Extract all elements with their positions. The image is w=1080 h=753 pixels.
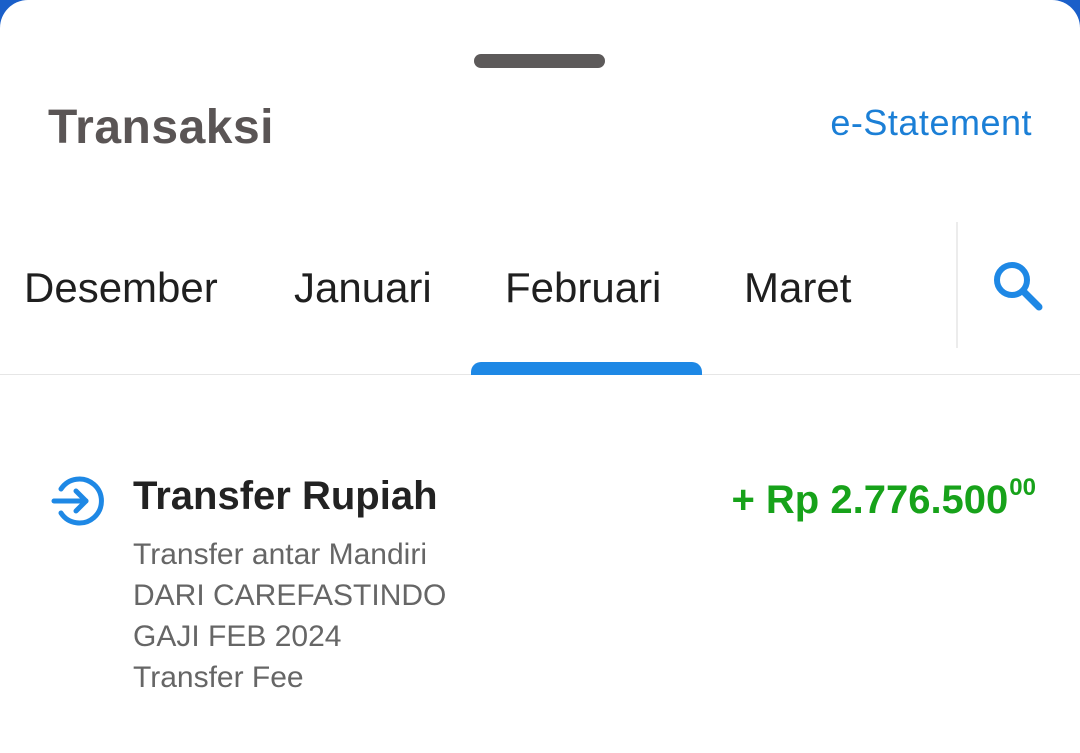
page-title: Transaksi [48,101,274,154]
transaction-description-line: Transfer antar Mandiri [133,538,427,571]
transaction-description-line: Transfer Fee [133,661,304,694]
transfer-in-icon [48,472,106,530]
tab-maret[interactable]: Maret [744,264,851,312]
transaction-description-line: GAJI FEB 2024 [133,620,342,653]
transaction-description-line: DARI CAREFASTINDO [133,579,447,612]
transaction-item[interactable]: Transfer Rupiah + Rp 2.776.50000 Transfe… [0,460,1080,720]
tab-februari[interactable]: Februari [505,264,661,312]
e-statement-link[interactable]: e-Statement [830,102,1032,144]
tab-desember[interactable]: Desember [24,264,218,312]
amount-main: + Rp 2.776.500 [731,478,1009,522]
search-icon [994,262,1043,311]
tab-januari[interactable]: Januari [294,264,432,312]
amount-decimal: 00 [1009,474,1036,501]
month-tabs: Desember Januari Februari Maret [0,222,1080,375]
selected-tab-indicator [471,362,702,375]
search-button[interactable] [988,256,1048,316]
transaction-title: Transfer Rupiah [133,474,438,518]
transaction-amount: + Rp 2.776.50000 [731,474,1036,523]
tab-divider [956,222,958,348]
transaction-bottom-sheet: Transaksi e-Statement Desember Januari F… [0,0,1080,753]
drag-handle[interactable] [474,54,605,68]
